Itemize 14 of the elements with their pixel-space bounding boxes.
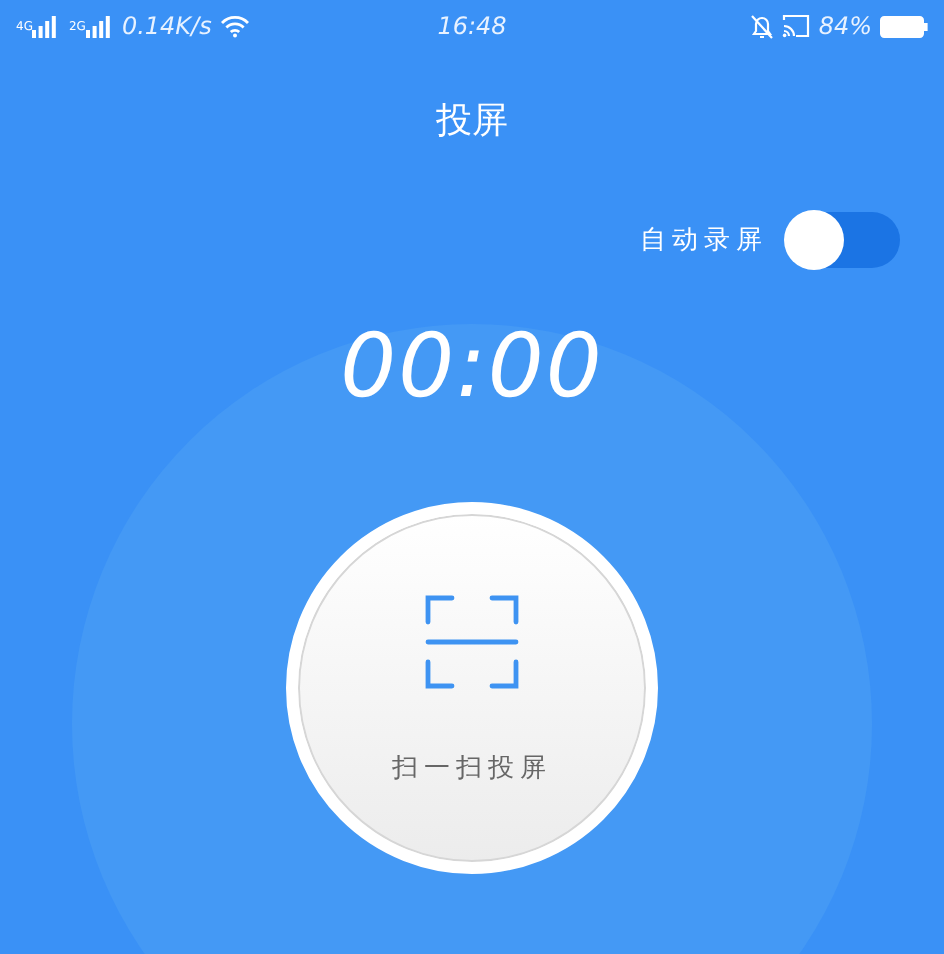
signal-icon bbox=[32, 15, 57, 37]
bell-off-icon bbox=[750, 13, 775, 39]
clock-time: 16:48 bbox=[437, 12, 507, 40]
cast-icon bbox=[782, 14, 811, 38]
wifi-icon bbox=[219, 14, 250, 38]
signal-icon bbox=[85, 15, 110, 37]
battery-icon bbox=[880, 15, 928, 37]
scan-icon bbox=[424, 594, 520, 690]
auto-record-label: 自动录屏 bbox=[640, 224, 768, 258]
battery-percent: 84% bbox=[818, 12, 872, 40]
auto-record-toggle[interactable] bbox=[788, 212, 900, 268]
timer: 00:00 bbox=[338, 316, 606, 418]
network-speed: 0.14K/s bbox=[121, 12, 212, 40]
page-title: 投屏 bbox=[434, 98, 510, 144]
